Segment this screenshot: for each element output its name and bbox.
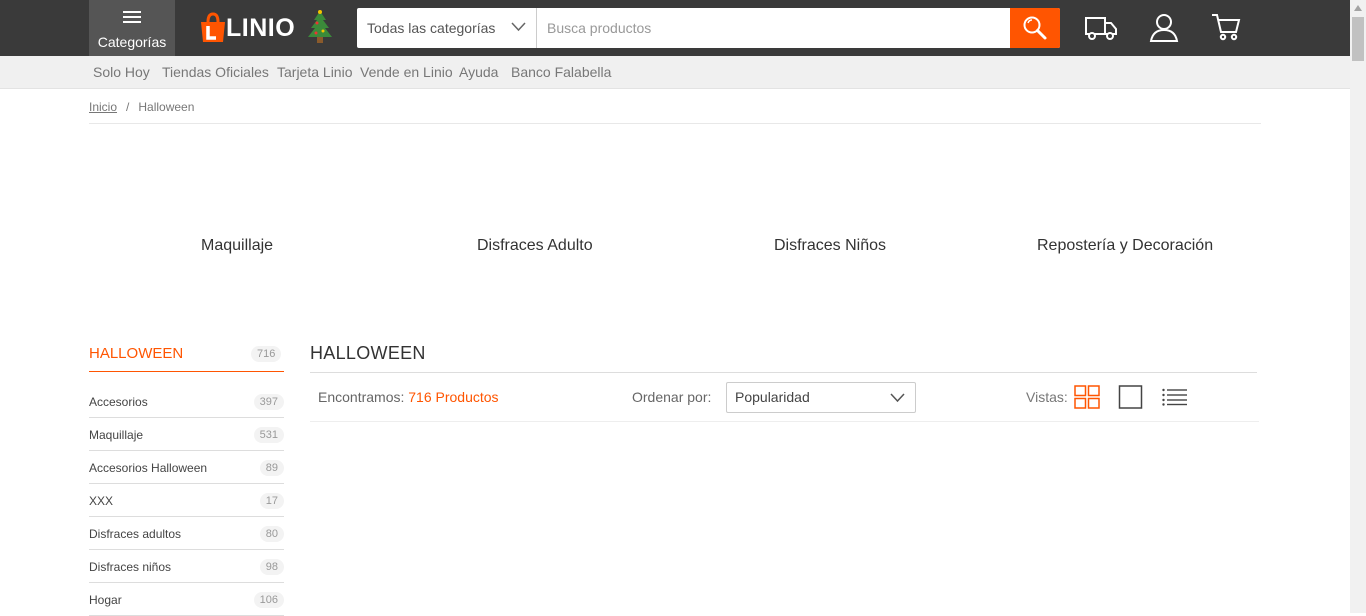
sidebar-item-count: 106 <box>253 592 284 608</box>
sidebar-item-count: 17 <box>259 493 284 509</box>
search-button[interactable] <box>1010 8 1060 48</box>
sidebar-item-label: Disfraces adultos <box>89 527 182 541</box>
breadcrumb-current: Halloween <box>138 100 195 114</box>
sidebar-item-maquillaje[interactable]: Maquillaje 531 <box>89 418 284 451</box>
sidebar-item-label: XXX <box>89 494 114 508</box>
nav-link-solo-hoy[interactable]: Solo Hoy <box>93 64 150 80</box>
results-prefix: Encontramos: <box>318 389 405 405</box>
breadcrumb-separator: / <box>126 100 130 114</box>
search-bar: Todas las categorías <box>357 8 1060 48</box>
featured-category-disfraces-adulto[interactable]: Disfraces Adulto <box>477 237 593 255</box>
user-account-icon[interactable] <box>1149 12 1179 42</box>
scrollbar-thumb[interactable] <box>1352 17 1364 61</box>
sidebar-item-count: 98 <box>259 559 284 575</box>
sidebar-item-label: Maquillaje <box>89 428 144 442</box>
sidebar-item-label: Accesorios Halloween <box>89 461 208 475</box>
christmas-tree-icon <box>308 10 333 43</box>
sidebar-item-xxx[interactable]: XXX 17 <box>89 484 284 517</box>
sort-label: Ordenar por: <box>632 389 712 405</box>
scroll-up-arrow-icon[interactable] <box>1354 5 1362 11</box>
vertical-scrollbar[interactable] <box>1350 0 1366 613</box>
sidebar-item-count: 397 <box>253 394 284 410</box>
featured-category-reposteria[interactable]: Repostería y Decoración <box>1037 237 1213 255</box>
secondary-nav: Solo Hoy Tiendas Oficiales Tarjeta Linio… <box>0 56 1350 89</box>
top-header: Categorías LINIO Todas las categorías <box>0 0 1350 56</box>
sidebar-item-accesorios-halloween[interactable]: Accesorios Halloween 89 <box>89 451 284 484</box>
chevron-down-icon <box>511 22 526 32</box>
sidebar-item-count: 89 <box>259 460 284 476</box>
featured-category-maquillaje[interactable]: Maquillaje <box>201 237 273 255</box>
search-icon <box>1023 16 1047 40</box>
search-input[interactable] <box>538 8 1010 48</box>
hamburger-icon <box>123 11 141 26</box>
shopping-cart-icon[interactable] <box>1211 12 1241 42</box>
sidebar-item-label: Hogar <box>89 593 122 607</box>
breadcrumb-home[interactable]: Inicio <box>89 100 117 114</box>
sidebar-item-accesorios[interactable]: Accesorios 397 <box>89 385 284 418</box>
shopping-bag-logo-icon <box>201 12 225 42</box>
nav-link-vende-en-linio[interactable]: Vende en Linio <box>360 64 453 80</box>
results-number: 716 Productos <box>408 389 499 405</box>
single-view-icon[interactable] <box>1118 385 1144 409</box>
sidebar-item-count: 80 <box>259 526 284 542</box>
views-label: Vistas: <box>1026 389 1068 405</box>
categories-menu-button[interactable]: Categorías <box>89 0 175 56</box>
sidebar-title[interactable]: HALLOWEEN <box>89 345 183 362</box>
sidebar-title-underline <box>89 371 284 372</box>
nav-link-tarjeta-linio[interactable]: Tarjeta Linio <box>277 64 353 80</box>
results-count: Encontramos: 716 Productos <box>318 389 499 405</box>
sidebar-item-hogar[interactable]: Hogar 106 <box>89 583 284 616</box>
sidebar-title-count: 716 <box>251 346 282 362</box>
delivery-truck-icon[interactable] <box>1084 12 1118 42</box>
nav-link-ayuda[interactable]: Ayuda <box>459 64 498 80</box>
sidebar-item-count: 531 <box>253 427 284 443</box>
breadcrumb: Inicio / Halloween <box>89 100 194 114</box>
page-title: HALLOWEEN <box>310 343 426 363</box>
list-view-icon[interactable] <box>1162 388 1188 406</box>
logo-text: LINIO <box>226 13 296 42</box>
sort-select-value: Popularidad <box>735 389 810 405</box>
sort-select[interactable]: Popularidad <box>726 382 916 413</box>
categories-label: Categorías <box>97 34 167 50</box>
featured-category-disfraces-ninos[interactable]: Disfraces Niños <box>774 237 886 255</box>
sidebar-item-disfraces-adultos[interactable]: Disfraces adultos 80 <box>89 517 284 550</box>
grid-view-icon[interactable] <box>1074 385 1100 409</box>
divider <box>310 421 1259 422</box>
divider <box>310 372 1257 373</box>
nav-link-tiendas-oficiales[interactable]: Tiendas Oficiales <box>162 64 269 80</box>
sidebar-item-label: Disfraces niños <box>89 560 172 574</box>
sidebar-item-disfraces-ninos[interactable]: Disfraces niños 98 <box>89 550 284 583</box>
sidebar-item-label: Accesorios <box>89 395 148 409</box>
category-select-value: Todas las categorías <box>367 20 496 36</box>
chevron-down-icon <box>890 393 905 403</box>
linio-logo[interactable]: LINIO <box>198 8 333 48</box>
divider <box>89 123 1261 124</box>
category-select[interactable]: Todas las categorías <box>357 8 537 48</box>
nav-link-banco-falabella[interactable]: Banco Falabella <box>511 64 611 80</box>
